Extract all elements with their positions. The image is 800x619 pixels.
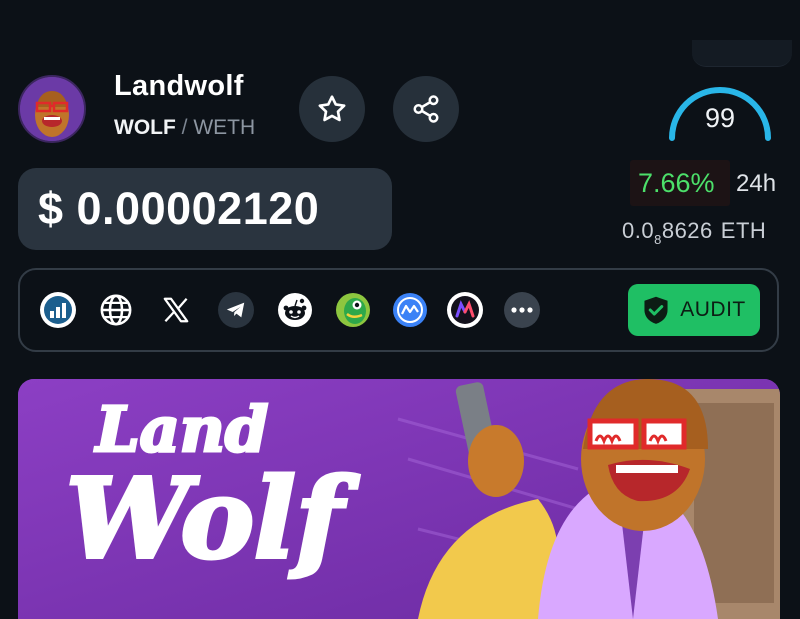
usd-price: $ 0.00002120	[18, 168, 392, 250]
eth-price: 0.088626 ETH	[622, 218, 767, 247]
x-twitter-icon[interactable]	[158, 292, 194, 328]
audit-button[interactable]: AUDIT	[628, 284, 760, 336]
star-icon	[318, 95, 346, 122]
share-icon	[413, 95, 439, 123]
top-sheet-handle	[692, 40, 792, 67]
change-period: 24h	[736, 170, 777, 197]
favorite-button[interactable]	[299, 76, 365, 142]
dextools-icon[interactable]	[40, 292, 76, 328]
eth-price-digits: 8626	[661, 218, 713, 243]
share-button[interactable]	[393, 76, 459, 142]
token-avatar	[18, 75, 86, 143]
quote-symbol: WETH	[193, 116, 256, 139]
telegram-icon[interactable]	[218, 292, 254, 328]
audit-label: AUDIT	[680, 298, 746, 321]
shield-check-icon	[644, 296, 668, 324]
banner-logo-wolf: Wolf	[66, 454, 360, 583]
base-symbol: WOLF	[114, 116, 176, 139]
price-change-24h: 7.66%	[638, 168, 715, 198]
score-value: 99	[704, 103, 736, 133]
app-m-icon[interactable]	[447, 292, 483, 328]
coingecko-icon[interactable]	[335, 292, 371, 328]
coinmarketcap-icon[interactable]	[392, 292, 428, 328]
eth-unit: ETH	[720, 218, 767, 243]
eth-price-prefix: 0.0	[622, 218, 655, 243]
trading-pair: WOLF / WETH	[114, 116, 255, 140]
token-name: Landwolf	[114, 70, 244, 102]
eth-zero-count: 8	[654, 232, 662, 247]
website-globe-icon[interactable]	[98, 292, 134, 328]
token-banner: Land Wolf	[18, 379, 780, 619]
more-icon[interactable]	[504, 292, 540, 328]
reddit-icon[interactable]	[277, 292, 313, 328]
pair-separator: /	[181, 116, 188, 139]
